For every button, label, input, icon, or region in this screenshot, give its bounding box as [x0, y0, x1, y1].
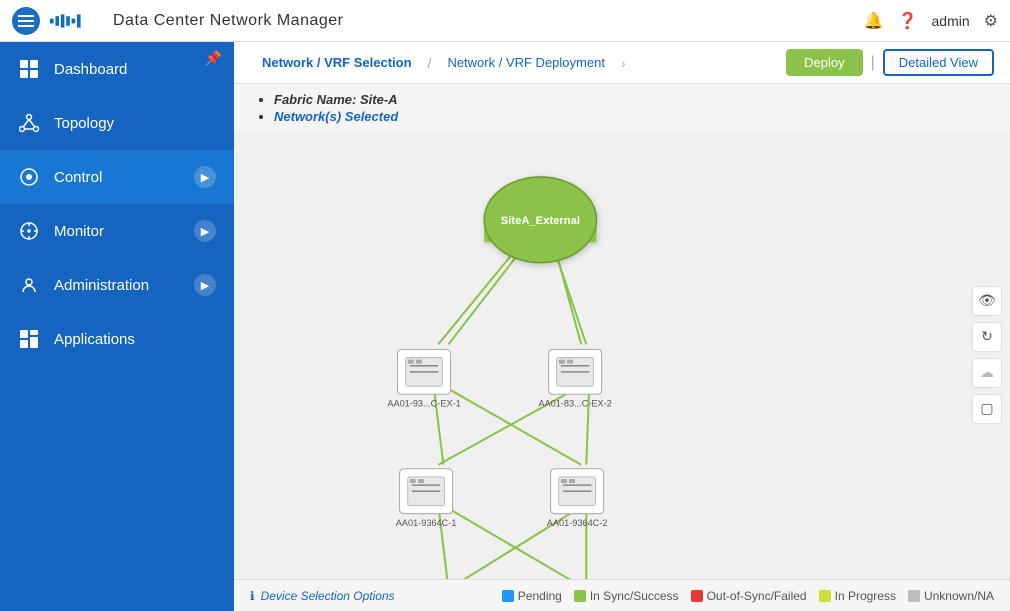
applications-icon: [18, 328, 40, 350]
sidebar-item-label: Control: [54, 169, 102, 186]
ex1-node: AA01-93...C-EX-1: [387, 349, 460, 408]
content-area: Network / VRF Selection / Network / VRF …: [234, 42, 1010, 611]
tabs-divider: |: [871, 54, 875, 72]
sidebar-item-control[interactable]: Control ▶: [0, 150, 234, 204]
sidebar-item-label: Monitor: [54, 223, 104, 240]
app-title: Data Center Network Manager: [113, 12, 343, 30]
app-logo: [50, 12, 103, 30]
tab-arrow-icon: ›: [621, 55, 626, 71]
legend: Pending In Sync/Success Out-of-Sync/Fail…: [502, 589, 994, 603]
status-bar: ℹ Device Selection Options Pending In Sy…: [234, 579, 1010, 611]
menu-button[interactable]: [12, 7, 40, 35]
detailed-view-button[interactable]: Detailed View: [883, 49, 994, 76]
fabric-name-label: Fabric Name: Site-A: [274, 92, 398, 107]
topology-canvas: SiteA_External AA01-93...C-EX-1: [234, 130, 1010, 579]
settings-icon[interactable]: ⚙: [984, 11, 998, 31]
administration-icon: [18, 274, 40, 296]
monitor-chevron-icon: ▶: [194, 220, 216, 242]
topology-svg: SiteA_External AA01-93...C-EX-1: [234, 130, 1010, 579]
admin-label: admin: [932, 13, 970, 29]
refresh-button[interactable]: ↻: [972, 322, 1002, 352]
cloud-button[interactable]: ☁: [972, 358, 1002, 388]
ex2-node: AA01-83...C-EX-2: [538, 349, 611, 408]
sidebar-item-label: Administration: [54, 277, 149, 294]
administration-chevron-icon: ▶: [194, 274, 216, 296]
in-progress-dot: [819, 590, 831, 602]
tab-network-vrf-deployment[interactable]: Network / VRF Deployment: [435, 49, 617, 76]
sidebar-item-topology[interactable]: Topology: [0, 96, 234, 150]
tab-network-vrf-selection[interactable]: Network / VRF Selection: [250, 49, 424, 76]
9364c1-node: AA01-9364C-1: [396, 469, 457, 528]
svg-text:SiteA_External: SiteA_External: [501, 215, 580, 227]
legend-pending: Pending: [502, 589, 562, 603]
sidebar-item-label: Dashboard: [54, 61, 127, 78]
main-layout: 📌 Dashboard Topology Control ▶: [0, 42, 1010, 611]
tabs-actions: Deploy | Detailed View: [786, 49, 994, 76]
info-icon: ℹ: [250, 589, 255, 603]
network-selected-link[interactable]: Network(s) Selected: [274, 109, 398, 124]
sidebar-item-dashboard[interactable]: Dashboard: [0, 42, 234, 96]
cisco-logo-icon: [50, 12, 86, 30]
sidebar-item-applications[interactable]: Applications: [0, 312, 234, 366]
sidebar: 📌 Dashboard Topology Control ▶: [0, 42, 234, 611]
control-chevron-icon: ▶: [194, 166, 216, 188]
sidebar-item-monitor[interactable]: Monitor ▶: [0, 204, 234, 258]
svg-text:AA01-93...C-EX-1: AA01-93...C-EX-1: [387, 399, 460, 409]
cloud-node: SiteA_External: [484, 177, 596, 263]
square-button[interactable]: ▢: [972, 394, 1002, 424]
in-sync-dot: [574, 590, 586, 602]
header-right: 🔔 ❓ admin ⚙: [864, 11, 998, 31]
tabs-bar: Network / VRF Selection / Network / VRF …: [234, 42, 1010, 84]
fabric-info: Fabric Name: Site-A Network(s) Selected: [234, 84, 1010, 130]
eye-button[interactable]: 👁: [972, 286, 1002, 316]
tab-separator: /: [428, 55, 432, 71]
legend-in-sync: In Sync/Success: [574, 589, 679, 603]
pending-dot: [502, 590, 514, 602]
legend-in-progress: In Progress: [819, 589, 896, 603]
sidebar-item-label: Applications: [54, 331, 135, 348]
unknown-dot: [908, 590, 920, 602]
legend-out-of-sync: Out-of-Sync/Failed: [691, 589, 807, 603]
bell-icon[interactable]: 🔔: [864, 11, 884, 31]
sidebar-item-label: Topology: [54, 115, 114, 132]
legend-unknown: Unknown/NA: [908, 589, 994, 603]
out-of-sync-dot: [691, 590, 703, 602]
deploy-button[interactable]: Deploy: [786, 49, 862, 76]
control-icon: [18, 166, 40, 188]
svg-text:AA01-9364C-2: AA01-9364C-2: [547, 518, 608, 528]
app-header: Data Center Network Manager 🔔 ❓ admin ⚙: [0, 0, 1010, 42]
9364c2-node: AA01-9364C-2: [547, 469, 608, 528]
help-icon[interactable]: ❓: [898, 11, 918, 31]
device-selection-link[interactable]: Device Selection Options: [261, 589, 395, 603]
topology-icon: [18, 112, 40, 134]
svg-text:AA01-83...C-EX-2: AA01-83...C-EX-2: [538, 399, 611, 409]
svg-text:AA01-9364C-1: AA01-9364C-1: [396, 518, 457, 528]
sidebar-item-administration[interactable]: Administration ▶: [0, 258, 234, 312]
right-toolbar: 👁 ↻ ☁ ▢: [972, 286, 1002, 424]
monitor-icon: [18, 220, 40, 242]
dashboard-icon: [18, 58, 40, 80]
